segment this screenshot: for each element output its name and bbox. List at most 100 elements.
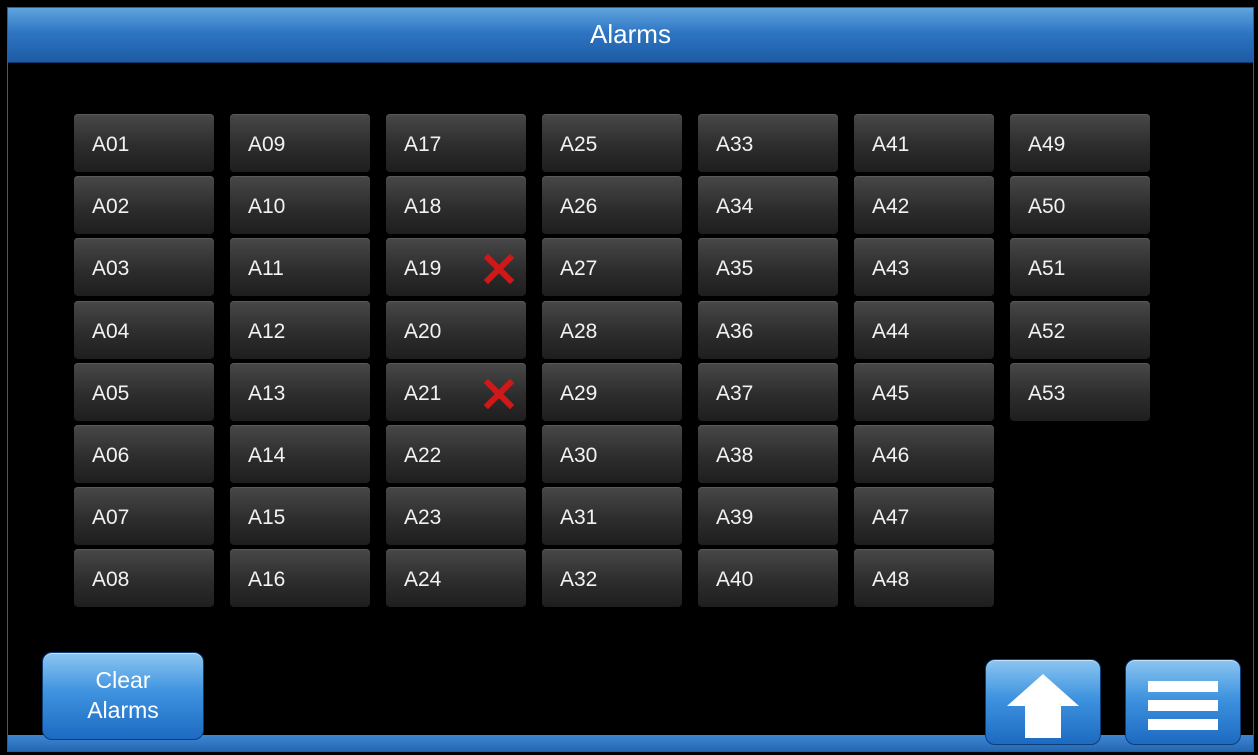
alarm-label: A12 <box>248 320 286 343</box>
alarm-tile-a47[interactable]: A47 <box>854 487 994 545</box>
alarm-label: A27 <box>560 257 598 280</box>
alarm-label: A49 <box>1028 133 1066 156</box>
alarm-tile-a43[interactable]: A43 <box>854 238 994 296</box>
alarm-tile-a51[interactable]: A51 <box>1010 238 1150 296</box>
alarm-label: A02 <box>92 195 130 218</box>
alarm-tile-a19[interactable]: A19 <box>386 238 526 296</box>
alarm-label: A03 <box>92 257 130 280</box>
alarm-label: A23 <box>404 506 442 529</box>
alarm-tile-a01[interactable]: A01 <box>74 114 214 172</box>
alarm-label: A05 <box>92 382 130 405</box>
alarm-tile-a35[interactable]: A35 <box>698 238 838 296</box>
alarm-tile-a04[interactable]: A04 <box>74 301 214 359</box>
alarm-tile-a14[interactable]: A14 <box>230 425 370 483</box>
alarm-tile-a02[interactable]: A02 <box>74 176 214 234</box>
alarm-label: A10 <box>248 195 286 218</box>
alarm-tile-a31[interactable]: A31 <box>542 487 682 545</box>
alarm-tile-a15[interactable]: A15 <box>230 487 370 545</box>
alarm-tile-a05[interactable]: A05 <box>74 363 214 421</box>
menu-button[interactable] <box>1125 659 1241 745</box>
alarm-label: A13 <box>248 382 286 405</box>
alarm-label: A52 <box>1028 320 1066 343</box>
alarm-label: A28 <box>560 320 598 343</box>
alarm-label: A22 <box>404 444 442 467</box>
alarm-tile-a41[interactable]: A41 <box>854 114 994 172</box>
alarm-tile-a20[interactable]: A20 <box>386 301 526 359</box>
alarm-tile-a11[interactable]: A11 <box>230 238 370 296</box>
alarm-label: A39 <box>716 506 754 529</box>
alarm-tile-a25[interactable]: A25 <box>542 114 682 172</box>
alarm-tile-a07[interactable]: A07 <box>74 487 214 545</box>
alarm-tile-a27[interactable]: A27 <box>542 238 682 296</box>
alarm-label: A51 <box>1028 257 1066 280</box>
alarm-label: A45 <box>872 382 910 405</box>
clear-alarms-button[interactable]: Clear Alarms <box>42 652 204 740</box>
alarm-label: A34 <box>716 195 754 218</box>
alarm-tile-a53[interactable]: A53 <box>1010 363 1150 421</box>
alarm-tile-a16[interactable]: A16 <box>230 549 370 607</box>
alarm-tile-a40[interactable]: A40 <box>698 549 838 607</box>
alarm-tile-a52[interactable]: A52 <box>1010 301 1150 359</box>
alarm-label: A48 <box>872 568 910 591</box>
alarm-label: A44 <box>872 320 910 343</box>
alarm-tile-a45[interactable]: A45 <box>854 363 994 421</box>
alarm-tile-a18[interactable]: A18 <box>386 176 526 234</box>
alarm-grid: A01 A02 A03 A04 A05 A06 A07 A08 A09 A10 A11 A12 A13 A… <box>8 8 1253 628</box>
alarm-label: A35 <box>716 257 754 280</box>
alarm-tile-a30[interactable]: A30 <box>542 425 682 483</box>
alarm-tile-a03[interactable]: A03 <box>74 238 214 296</box>
alarm-tile-a38[interactable]: A38 <box>698 425 838 483</box>
hamburger-menu-icon <box>1148 681 1218 730</box>
alarm-label: A41 <box>872 133 910 156</box>
alarm-label: A50 <box>1028 195 1066 218</box>
alarm-tile-a44[interactable]: A44 <box>854 301 994 359</box>
alarm-label: A11 <box>248 257 284 280</box>
alarm-label: A47 <box>872 506 910 529</box>
alarm-tile-a36[interactable]: A36 <box>698 301 838 359</box>
alarm-tile-a50[interactable]: A50 <box>1010 176 1150 234</box>
alarm-label: A43 <box>872 257 910 280</box>
alarm-tile-a22[interactable]: A22 <box>386 425 526 483</box>
alarm-tile-a34[interactable]: A34 <box>698 176 838 234</box>
alarm-tile-a23[interactable]: A23 <box>386 487 526 545</box>
alarm-label: A14 <box>248 444 286 467</box>
alarm-tile-a42[interactable]: A42 <box>854 176 994 234</box>
alarm-tile-a33[interactable]: A33 <box>698 114 838 172</box>
alarm-label: A29 <box>560 382 598 405</box>
alarm-label: A33 <box>716 133 754 156</box>
alarm-tile-a17[interactable]: A17 <box>386 114 526 172</box>
clear-alarms-label-line1: Clear <box>95 667 151 693</box>
x-icon <box>484 379 514 409</box>
alarm-tile-a21[interactable]: A21 <box>386 363 526 421</box>
alarm-tile-a46[interactable]: A46 <box>854 425 994 483</box>
alarm-tile-a49[interactable]: A49 <box>1010 114 1150 172</box>
alarm-tile-a29[interactable]: A29 <box>542 363 682 421</box>
alarm-tile-a09[interactable]: A09 <box>230 114 370 172</box>
alarm-tile-a39[interactable]: A39 <box>698 487 838 545</box>
home-button[interactable] <box>985 659 1101 745</box>
alarm-tile-a24[interactable]: A24 <box>386 549 526 607</box>
alarm-label: A25 <box>560 133 598 156</box>
alarm-label: A38 <box>716 444 754 467</box>
alarm-tile-a48[interactable]: A48 <box>854 549 994 607</box>
alarm-tile-a08[interactable]: A08 <box>74 549 214 607</box>
alarm-label: A18 <box>404 195 442 218</box>
alarm-tile-a37[interactable]: A37 <box>698 363 838 421</box>
alarm-tile-a06[interactable]: A06 <box>74 425 214 483</box>
alarm-tile-a28[interactable]: A28 <box>542 301 682 359</box>
alarm-label: A17 <box>404 133 442 156</box>
alarm-tile-a13[interactable]: A13 <box>230 363 370 421</box>
alarm-label: A31 <box>560 506 598 529</box>
alarm-label: A40 <box>716 568 754 591</box>
alarm-tile-a10[interactable]: A10 <box>230 176 370 234</box>
alarm-label: A01 <box>92 133 130 156</box>
alarm-tile-a12[interactable]: A12 <box>230 301 370 359</box>
alarm-label: A37 <box>716 382 754 405</box>
alarm-label: A21 <box>404 382 442 405</box>
alarm-label: A20 <box>404 320 442 343</box>
alarm-label: A04 <box>92 320 130 343</box>
alarm-tile-a26[interactable]: A26 <box>542 176 682 234</box>
alarm-tile-a32[interactable]: A32 <box>542 549 682 607</box>
up-arrow-icon <box>1007 674 1079 738</box>
alarms-screen: Alarms A01 A02 A03 A04 A05 A06 A07 A08 A09 A10 A11… <box>7 7 1254 752</box>
